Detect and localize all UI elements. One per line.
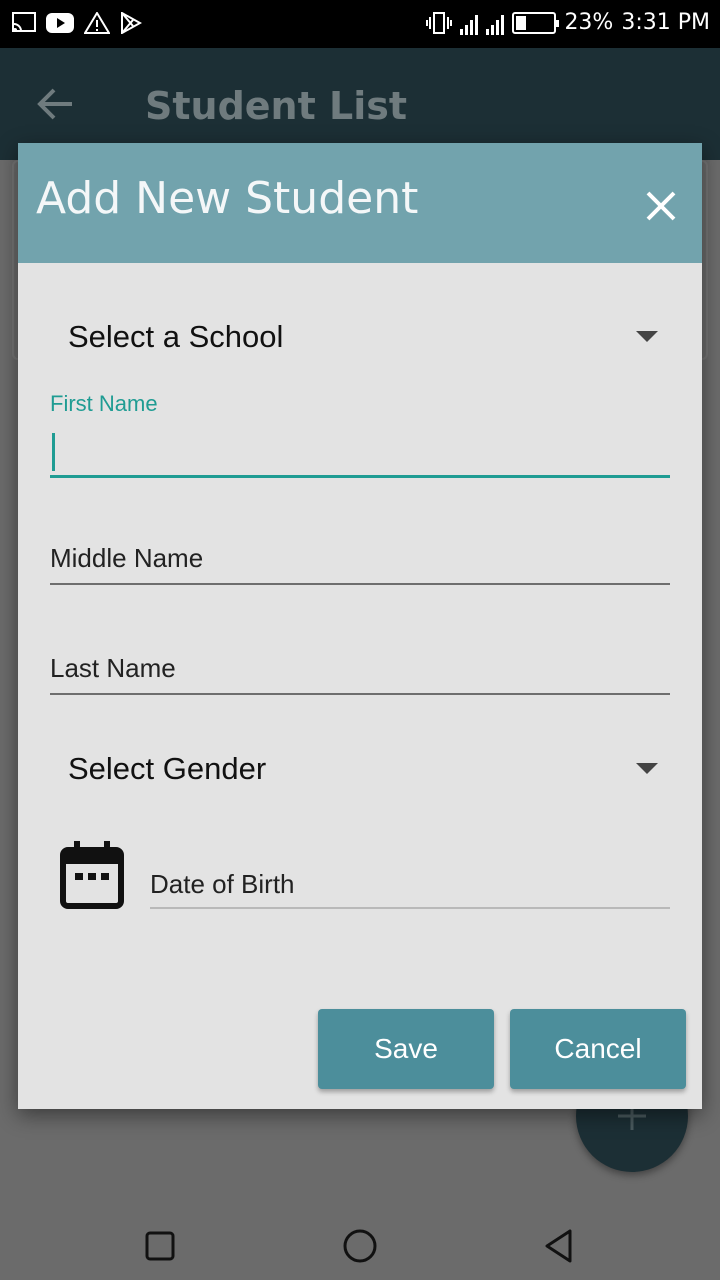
middle-name-underline: [50, 583, 670, 585]
status-bar: 23% 3:31 PM: [0, 0, 720, 48]
date-of-birth-underline: [150, 907, 670, 909]
middle-name-field[interactable]: Middle Name: [50, 541, 670, 587]
text-cursor: [52, 433, 55, 471]
battery-icon: [512, 11, 560, 34]
vibrate-icon: [426, 11, 453, 34]
youtube-icon: [46, 13, 74, 33]
add-student-dialog: Add New Student Select a School First Na…: [18, 143, 702, 1109]
first-name-underline: [50, 475, 670, 478]
gender-dropdown[interactable]: Select Gender: [68, 739, 658, 799]
notification-icons: [12, 12, 142, 34]
last-name-field[interactable]: Last Name: [50, 651, 670, 697]
school-dropdown[interactable]: Select a School: [68, 307, 658, 367]
clock: 3:31 PM: [621, 10, 710, 35]
calendar-icon[interactable]: [60, 840, 124, 910]
date-of-birth-placeholder: Date of Birth: [150, 869, 295, 899]
first-name-input[interactable]: [50, 427, 670, 477]
close-icon[interactable]: [638, 183, 684, 229]
signal-icon-2: [486, 11, 505, 35]
page-title: Student List: [145, 84, 408, 128]
recents-icon[interactable]: [140, 1226, 180, 1266]
first-name-label: First Name: [50, 391, 158, 416]
dialog-header: Add New Student: [18, 143, 702, 263]
battery-percent: 23%: [564, 10, 614, 35]
first-name-field[interactable]: First Name: [50, 391, 670, 481]
back-icon[interactable]: [540, 1226, 580, 1266]
warning-icon: [84, 12, 110, 34]
home-icon[interactable]: [340, 1226, 380, 1266]
gender-dropdown-value: Select Gender: [68, 751, 267, 786]
cast-icon: [12, 12, 36, 32]
play-store-icon: [121, 12, 142, 34]
signal-icon: [460, 11, 479, 35]
chevron-down-icon: [636, 763, 658, 774]
back-arrow-icon[interactable]: [36, 84, 76, 124]
save-button[interactable]: Save: [318, 1009, 494, 1089]
school-dropdown-value: Select a School: [68, 319, 284, 354]
chevron-down-icon: [636, 331, 658, 342]
last-name-underline: [50, 693, 670, 695]
navigation-bar: [0, 1204, 720, 1280]
dialog-title: Add New Student: [36, 173, 419, 224]
cancel-button[interactable]: Cancel: [510, 1009, 686, 1089]
system-status: 23% 3:31 PM: [426, 10, 710, 35]
middle-name-placeholder: Middle Name: [50, 543, 204, 573]
last-name-placeholder: Last Name: [50, 653, 176, 683]
